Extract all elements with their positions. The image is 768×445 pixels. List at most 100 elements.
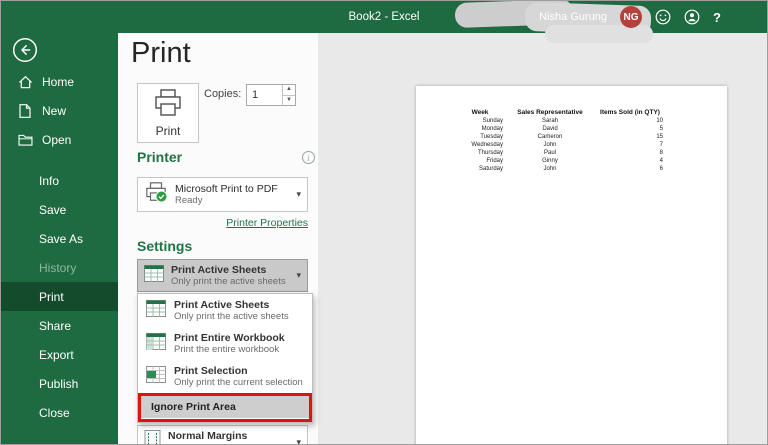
sidebar-item-label: Close <box>39 405 70 420</box>
new-file-icon <box>17 103 33 118</box>
user-name[interactable]: Nisha Gurung <box>539 11 607 23</box>
table-row: Sunday Sarah 10 <box>454 117 666 125</box>
avatar[interactable]: NG <box>620 6 643 28</box>
smiley-icon[interactable] <box>655 9 671 25</box>
table-cell: 4 <box>659 158 663 164</box>
printer-select[interactable]: Microsoft Print to PDF Ready ▾ <box>137 177 308 212</box>
table-cell: Wednesday <box>471 142 503 148</box>
menu-item-subtitle: Only print the active sheets <box>174 311 289 323</box>
sidebar-item-label: Export <box>39 347 74 362</box>
copies-input[interactable] <box>247 85 282 105</box>
printer-name: Microsoft Print to PDF <box>175 182 278 195</box>
menu-item-title: Print Entire Workbook <box>174 331 285 344</box>
menu-item-ignore-print-area[interactable]: Ignore Print Area <box>141 396 309 418</box>
sidebar-item-publish[interactable]: Publish <box>1 369 118 398</box>
table-cell: 7 <box>659 142 663 148</box>
print-what-subtitle: Only print the active sheets <box>171 276 286 288</box>
sidebar-item-export[interactable]: Export <box>1 340 118 369</box>
menu-item-text: Print Selection Only print the current s… <box>174 365 303 389</box>
chevron-down-icon: ▾ <box>296 270 301 280</box>
menu-item-print-selection[interactable]: Print Selection Only print the current s… <box>138 360 312 393</box>
table-cell: Tuesday <box>480 134 503 140</box>
table-cell: John <box>543 166 557 172</box>
chevron-down-icon: ▾ <box>296 189 301 199</box>
sidebar-item-info[interactable]: Info <box>1 166 118 195</box>
sidebar-item-label: Print <box>39 289 64 304</box>
sidebar-item-label: Save <box>39 202 67 217</box>
active-sheets-icon <box>144 264 164 287</box>
excel-backstage-window: Book2 - Excel Nisha Gurung NG ? Home New… <box>0 0 768 445</box>
margins-select[interactable]: Normal Margins Top: 0.75" Bottom: 0.75" … <box>137 425 308 444</box>
info-icon[interactable]: i <box>302 151 315 164</box>
sidebar-item-save[interactable]: Save <box>1 195 118 224</box>
sidebar-item-new[interactable]: New <box>1 96 118 125</box>
print-button-label: Print <box>155 124 181 138</box>
margins-title: Normal Margins <box>168 430 248 442</box>
menu-item-print-active-sheets[interactable]: Print Active Sheets Only print the activ… <box>138 294 312 327</box>
increment-button[interactable]: ▲ <box>283 85 295 96</box>
account-icon[interactable] <box>684 9 700 25</box>
col-header-sales-rep: Sales Representative <box>517 109 583 116</box>
table-cell: 8 <box>659 150 663 156</box>
printer-section-heading: Printer <box>137 149 183 165</box>
table-row: Friday Ginny 4 <box>454 157 666 165</box>
menu-item-print-entire-workbook[interactable]: Print Entire Workbook Print the entire w… <box>138 327 312 360</box>
printer-icon <box>152 88 184 121</box>
sidebar-item-label: Save As <box>39 231 84 246</box>
table-row: Monday David 5 <box>454 125 666 133</box>
table-cell: Cameron <box>537 134 563 140</box>
sidebar-item-save-as[interactable]: Save As <box>1 224 118 253</box>
help-icon[interactable]: ? <box>713 10 721 25</box>
chevron-down-icon: ▾ <box>296 436 301 445</box>
backstage-sidebar: Home New Open Info Save Save As History … <box>1 33 118 444</box>
menu-item-text: Print Active Sheets Only print the activ… <box>174 299 289 323</box>
print-preview-pane: Week Sales Representative Items Sold (in… <box>318 33 767 444</box>
page-title: Print <box>131 37 191 69</box>
preview-page: Week Sales Representative Items Sold (in… <box>416 86 727 444</box>
sidebar-item-label: Share <box>39 318 72 333</box>
margins-icon <box>144 430 161 444</box>
decrement-button[interactable]: ▼ <box>283 96 295 106</box>
table-cell: Thursday <box>477 150 503 156</box>
col-header-week: Week <box>471 109 489 116</box>
sidebar-item-share[interactable]: Share <box>1 311 118 340</box>
sidebar-item-label: History <box>39 260 77 275</box>
sidebar-item-close[interactable]: Close <box>1 398 118 427</box>
table-row: Wednesday John 7 <box>454 141 666 149</box>
print-what-select-text: Print Active Sheets Only print the activ… <box>171 264 289 288</box>
table-row: Tuesday Cameron 15 <box>454 133 666 141</box>
table-cell: David <box>542 126 558 132</box>
titlebar-right: Nisha Gurung NG ? <box>539 1 767 33</box>
table-cell: 10 <box>656 118 663 124</box>
sidebar-item-home[interactable]: Home <box>1 67 118 96</box>
back-button[interactable] <box>12 37 38 63</box>
print-what-select[interactable]: Print Active Sheets Only print the activ… <box>137 259 308 292</box>
print-backstage: Week Sales Representative Items Sold (in… <box>118 33 767 444</box>
table-cell: Ginny <box>542 158 558 164</box>
print-active-sheets-icon <box>146 299 166 322</box>
sidebar-item-label: Open <box>42 132 72 147</box>
menu-item-title: Print Selection <box>174 364 248 377</box>
table-cell: Sunday <box>482 118 503 124</box>
copies-label: Copies: <box>204 88 242 100</box>
margins-select-text: Normal Margins Top: 0.75" Bottom: 0.75" … <box>168 430 289 444</box>
menu-item-subtitle: Print the entire workbook <box>174 344 280 356</box>
sidebar-item-label: New <box>42 103 67 118</box>
table-cell: 5 <box>659 126 663 132</box>
sidebar-item-history: History <box>1 253 118 282</box>
copies-stepper: ▲ ▼ <box>246 84 296 106</box>
printer-select-text: Microsoft Print to PDF Ready <box>175 183 289 207</box>
printer-properties-link[interactable]: Printer Properties <box>137 217 308 229</box>
preview-table: Week Sales Representative Items Sold (in… <box>454 108 666 173</box>
stepper-arrows: ▲ ▼ <box>282 85 295 105</box>
print-selection-icon <box>146 365 166 388</box>
sidebar-item-print[interactable]: Print <box>1 282 118 311</box>
print-button[interactable]: Print <box>137 83 199 143</box>
sidebar-item-open[interactable]: Open <box>1 125 118 154</box>
table-cell: Sarah <box>541 118 558 124</box>
printer-device-icon <box>144 181 168 208</box>
print-what-title: Print Active Sheets <box>171 263 267 276</box>
menu-item-title: Print Active Sheets <box>174 298 270 311</box>
sidebar-item-label: Home <box>42 74 75 89</box>
sidebar-divider <box>1 154 118 166</box>
